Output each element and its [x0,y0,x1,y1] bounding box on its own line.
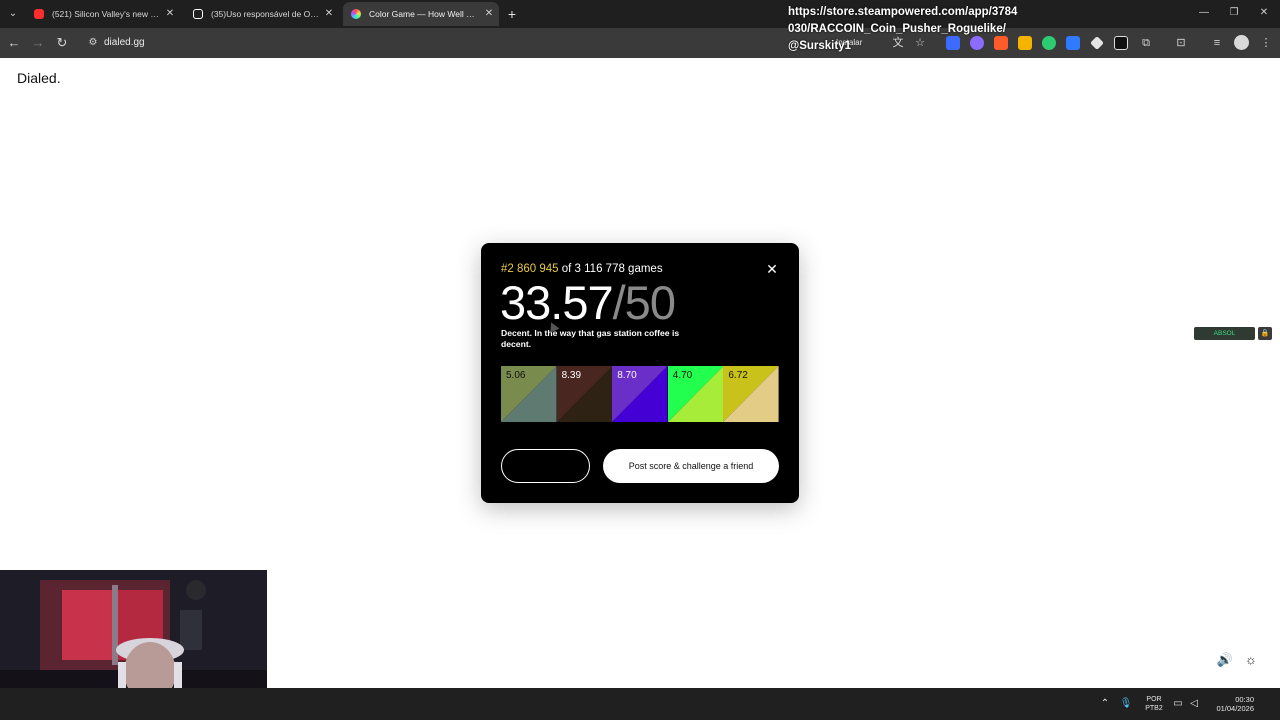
forward-button[interactable]: → [29,34,47,52]
round-score: 8.39 [561,370,582,381]
extensions-puzzle-icon[interactable]: ⧉ [1138,35,1154,51]
menu-kebab-icon[interactable]: ⋮ [1258,35,1274,51]
reload-button[interactable]: ↻ [53,34,71,52]
taskbar: ⌃ 🎙 POR PTB2 ▭ ◁ 00:30 01/04/2026 [0,688,1280,720]
minimize-icon[interactable]: — [1194,5,1214,21]
stream-overlay-text: https://store.steampowered.com/app/3784 … [788,4,1088,55]
round-swatch: 4.70 [667,366,724,422]
round-score: 4.70 [672,370,693,381]
close-tab-icon[interactable]: ✕ [483,2,495,26]
round-swatches: 5.06 8.39 8.70 4.70 6.72 [501,366,779,422]
round-score: 6.72 [728,370,748,381]
overlay-line: @Surskity1 [788,40,851,52]
result-modal: #2 860 945 of 3 116 778 games ✕ 33.57/50… [481,243,799,503]
rank-line: #2 860 945 of 3 116 778 games [501,263,663,275]
youtube-icon [34,9,44,19]
tab-color-game[interactable]: Color Game — How Well Can Y ✕ [343,2,499,26]
system-clock[interactable]: 00:30 01/04/2026 [1206,695,1254,713]
round-swatch: 5.06 [501,366,557,422]
tab-youtube[interactable]: (521) Silicon Valley's new mirac ✕ [26,2,180,26]
back-button[interactable]: ← [5,34,23,52]
absol-badge: ABSOL [1194,327,1255,340]
close-icon[interactable]: ✕ [765,262,779,276]
rank-total: of 3 116 778 games [561,263,663,275]
screenshot-icon[interactable]: ⊡ [1173,35,1189,51]
tab-search-icon[interactable]: ⌄ [6,7,20,21]
profile-avatar[interactable] [1234,35,1249,50]
tab-strip: ⌄ (521) Silicon Valley's new mirac ✕ (35… [0,0,1280,28]
secondary-button[interactable] [501,449,590,483]
tab-tiktok[interactable]: (35)Uso responsável de Ozemp ✕ [185,2,339,26]
microphone-icon[interactable]: 🎙 [1118,696,1134,712]
round-swatch: 6.72 [723,366,779,422]
speaker-icon[interactable]: 🔊 [1216,652,1234,668]
close-tab-icon[interactable]: ✕ [323,2,335,26]
overlay-line: 030/RACCOIN_Coin_Pusher_Roguelike/ [788,23,1006,35]
new-tab-button[interactable]: + [504,6,520,22]
url-text: dialed.gg [104,37,145,48]
round-swatch: 8.70 [612,366,668,422]
address-bar[interactable]: ⚙ dialed.gg [80,31,780,55]
chevron-up-icon[interactable]: ⌃ [1097,696,1113,712]
verdict-text: Decent. In the way that gas station coff… [501,328,680,349]
round-score: 5.06 [506,370,526,381]
color-wheel-icon [351,9,361,19]
volume-icon[interactable]: ◁ [1186,696,1202,712]
tab-title: Color Game — How Well Can Y [369,9,479,19]
post-score-button[interactable]: Post score & challenge a friend [603,449,779,483]
site-info-icon[interactable]: ⚙ [86,36,100,50]
extension-icon[interactable] [1114,36,1128,50]
round-score: 8.70 [617,370,637,381]
language-indicator[interactable]: POR PTB2 [1144,695,1164,713]
lock-icon[interactable]: 🔒 [1258,327,1272,340]
round-swatch: 8.39 [556,366,613,422]
clock-date: 01/04/2026 [1216,704,1254,713]
reading-list-icon[interactable]: ≡ [1209,35,1225,51]
tiktok-icon [193,9,203,19]
overlay-line: https://store.steampowered.com/app/3784 [788,6,1018,18]
extension-icon[interactable] [1090,36,1104,50]
site-logo[interactable]: Dialed. [17,70,61,86]
keyboard-layout: PTB2 [1145,705,1163,712]
tab-title: (521) Silicon Valley's new mirac [52,9,160,19]
network-icon[interactable]: ▭ [1170,696,1186,712]
language-code: POR [1146,696,1162,703]
rank-number: #2 860 945 [501,263,559,275]
clock-time: 00:30 [1235,695,1254,704]
score-max: /50 [612,276,676,329]
close-tab-icon[interactable]: ✕ [164,2,176,26]
close-window-icon[interactable]: ✕ [1254,5,1274,21]
restore-icon[interactable]: ❐ [1224,5,1244,21]
brightness-icon[interactable]: ☼ [1243,652,1259,668]
tab-title: (35)Uso responsável de Ozemp [211,9,319,19]
browser-toolbar: ← → ↻ ⚙ dialed.gg Instalar 文 ☆ ⧉ ⊡ ≡ ⋮ [0,28,1280,58]
final-score: 33.57/50 [500,276,676,329]
